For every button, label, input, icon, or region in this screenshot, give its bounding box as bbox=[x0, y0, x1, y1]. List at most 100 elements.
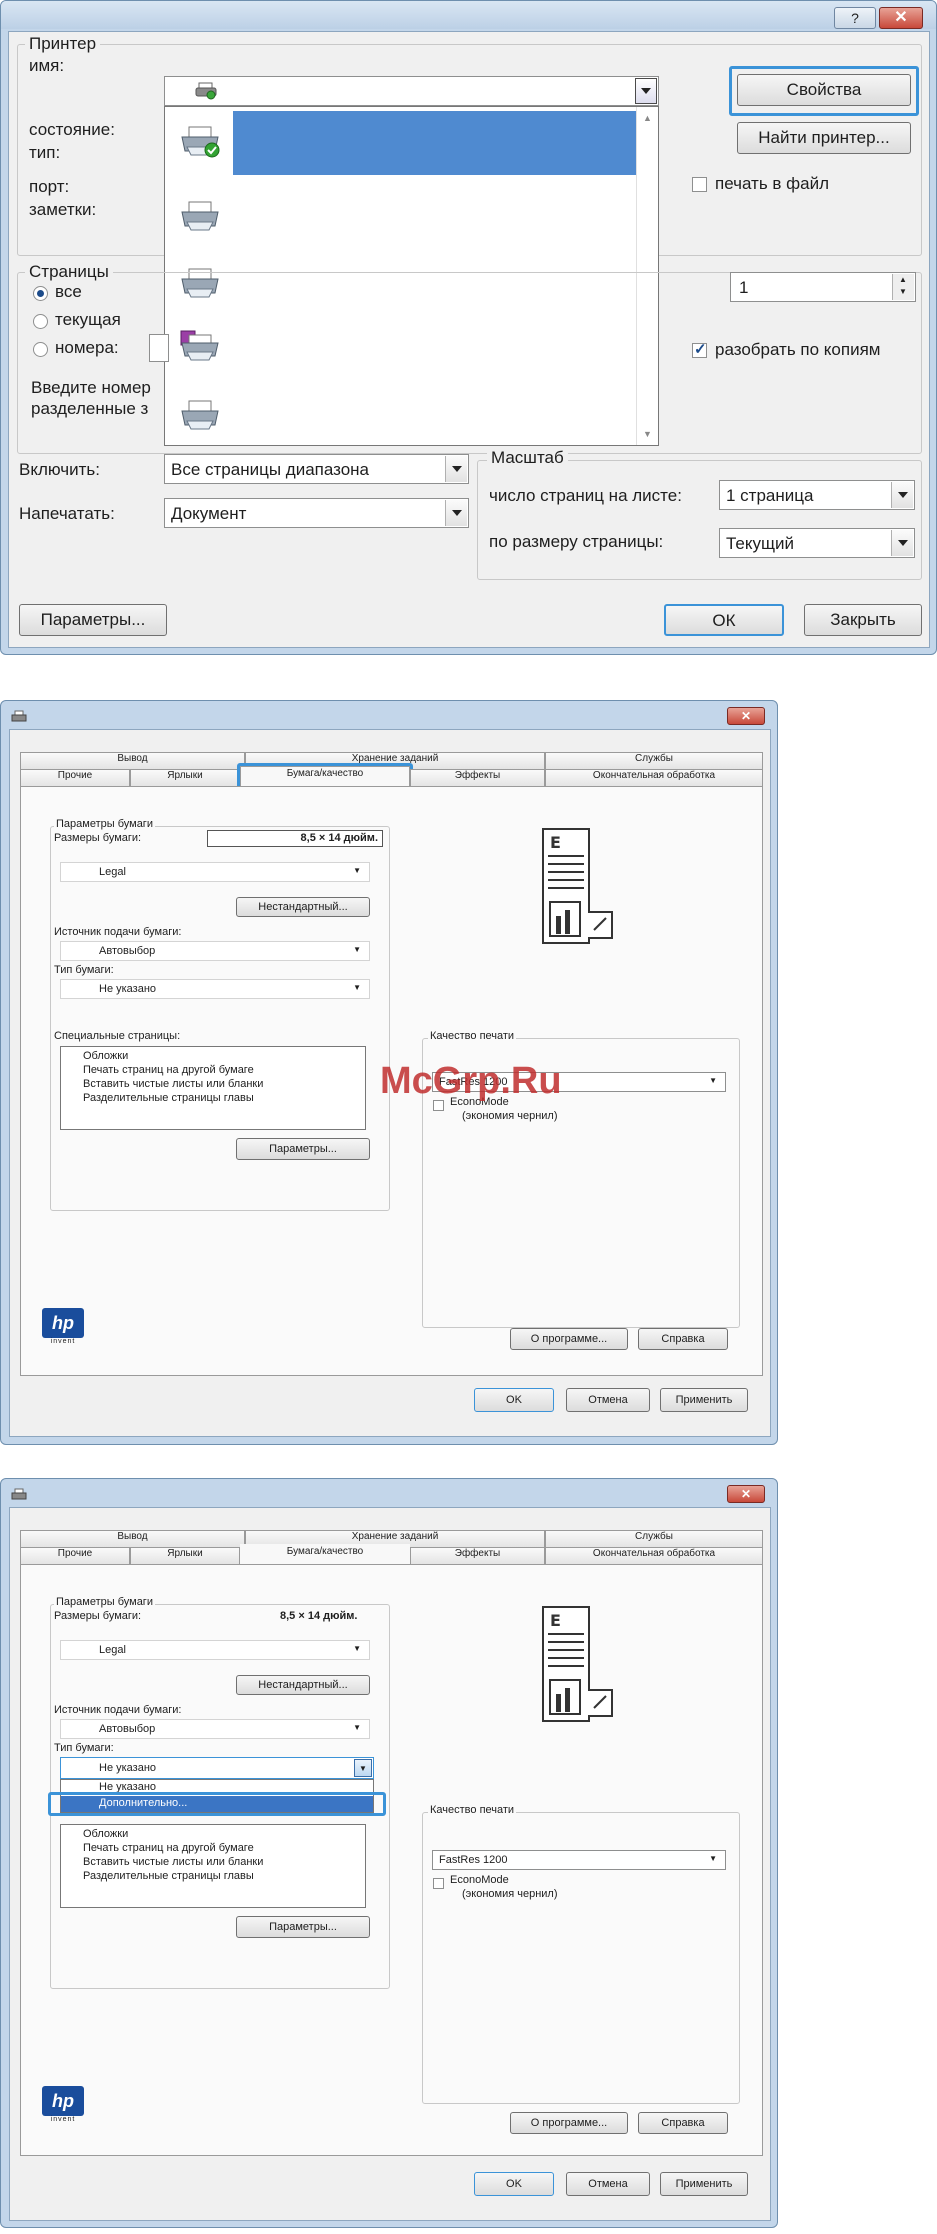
tab-shortcuts[interactable]: Ярлыки bbox=[130, 1547, 240, 1564]
tab-services[interactable]: Службы bbox=[545, 1530, 763, 1547]
list-item[interactable]: Обложки bbox=[83, 1827, 365, 1841]
ok-button[interactable]: OK bbox=[474, 2172, 554, 2196]
fit-arrow[interactable] bbox=[891, 530, 913, 556]
cancel-button[interactable]: Отмена bbox=[566, 1388, 650, 1412]
page-preview-icon: E bbox=[542, 828, 613, 944]
all-pages-label[interactable]: все bbox=[55, 282, 82, 302]
apply-button[interactable]: Применить bbox=[660, 2172, 748, 2196]
paper-size-combo[interactable]: Legal ▼ bbox=[60, 862, 370, 882]
special-pages-list[interactable]: Обложки Печать страниц на другой бумаге … bbox=[60, 1046, 366, 1130]
include-combo[interactable]: Все страницы диапазона bbox=[164, 454, 469, 484]
list-item[interactable]: Печать страниц на другой бумаге bbox=[83, 1063, 365, 1077]
all-pages-radio[interactable] bbox=[33, 286, 48, 301]
paper-size-combo[interactable]: Legal ▼ bbox=[60, 1640, 370, 1660]
hp-logo-mark: hp bbox=[42, 2086, 84, 2116]
include-combo-arrow[interactable] bbox=[445, 456, 467, 482]
close-window-button[interactable]: ✕ bbox=[879, 7, 923, 29]
page-numbers-radio[interactable] bbox=[33, 342, 48, 357]
pages-per-sheet-arrow[interactable] bbox=[891, 482, 913, 508]
chevron-down-icon[interactable]: ▼ bbox=[353, 866, 361, 875]
svg-text:E: E bbox=[550, 1611, 561, 1630]
tab-services[interactable]: Службы bbox=[545, 752, 763, 769]
list-item[interactable]: Разделительные страницы главы bbox=[83, 1091, 365, 1105]
printer-name-combo[interactable] bbox=[164, 76, 659, 106]
help-title-button[interactable]: ? bbox=[834, 7, 876, 29]
list-item[interactable]: Печать страниц на другой бумаге bbox=[83, 1841, 365, 1855]
printer-combo-arrow[interactable] bbox=[635, 78, 657, 104]
economode-line2[interactable]: (экономия чернил) bbox=[462, 1110, 558, 1122]
paper-type-dropdown-arrow[interactable]: ▼ bbox=[354, 1759, 372, 1777]
chevron-down-icon[interactable]: ▼ bbox=[353, 1644, 361, 1653]
tab-effects[interactable]: Эффекты bbox=[410, 769, 545, 786]
list-item[interactable]: Разделительные страницы главы bbox=[83, 1869, 365, 1883]
print-quality-combo[interactable]: FastRes 1200 ▼ bbox=[432, 1850, 726, 1870]
economode-checkbox[interactable] bbox=[433, 1878, 444, 1889]
economode-line2[interactable]: (экономия чернил) bbox=[462, 1888, 558, 1900]
chevron-down-icon[interactable]: ▼ bbox=[709, 1076, 717, 1085]
spin-down-icon[interactable]: ▼ bbox=[899, 287, 907, 296]
fit-combo[interactable]: Текущий bbox=[719, 528, 915, 558]
chevron-down-icon[interactable]: ▼ bbox=[353, 1723, 361, 1732]
chevron-down-icon[interactable]: ▼ bbox=[709, 1854, 717, 1863]
page-numbers-input[interactable] bbox=[149, 334, 169, 362]
list-item[interactable]: Обложки bbox=[83, 1049, 365, 1063]
print-to-file-label[interactable]: печать в файл bbox=[715, 174, 829, 194]
spin-up-icon[interactable]: ▲ bbox=[899, 275, 907, 284]
print-to-file-checkbox[interactable] bbox=[692, 177, 707, 192]
properties-button[interactable]: Свойства bbox=[737, 74, 911, 106]
chevron-down-icon[interactable]: ▼ bbox=[353, 983, 361, 992]
collate-checkbox[interactable]: ✓ bbox=[692, 341, 707, 358]
page-numbers-label[interactable]: номера: bbox=[55, 338, 119, 358]
scroll-up-icon[interactable]: ▲ bbox=[643, 113, 652, 123]
custom-size-button[interactable]: Нестандартный... bbox=[236, 897, 370, 917]
about-button[interactable]: О программе... bbox=[510, 1328, 628, 1350]
tab-effects[interactable]: Эффекты bbox=[410, 1547, 545, 1564]
current-page-radio[interactable] bbox=[33, 314, 48, 329]
close-button[interactable]: Закрыть bbox=[804, 604, 922, 636]
special-pages-list[interactable]: Обложки Печать страниц на другой бумаге … bbox=[60, 1824, 366, 1908]
special-params-button[interactable]: Параметры... bbox=[236, 1138, 370, 1160]
paper-size-label: Размеры бумаги: bbox=[54, 832, 142, 844]
apply-button[interactable]: Применить bbox=[660, 1388, 748, 1412]
tab-paper-quality[interactable]: Бумага/качество bbox=[240, 1544, 410, 1566]
copies-spin-buttons[interactable]: ▲ ▼ bbox=[892, 274, 914, 300]
help-button[interactable]: Справка bbox=[638, 2112, 728, 2134]
pages-group-label: Страницы bbox=[25, 262, 113, 282]
custom-size-button[interactable]: Нестандартный... bbox=[236, 1675, 370, 1695]
close-window-button[interactable]: ✕ bbox=[727, 707, 765, 725]
options-button[interactable]: Параметры... bbox=[19, 604, 167, 636]
ok-button[interactable]: OK bbox=[474, 1388, 554, 1412]
printer-list-item-selected[interactable] bbox=[233, 111, 636, 175]
print-what-combo[interactable]: Документ bbox=[164, 498, 469, 528]
list-item[interactable]: Вставить чистые листы или бланки bbox=[83, 1855, 365, 1869]
paper-type-combo-open[interactable]: Не указано ▼ bbox=[60, 1757, 374, 1779]
paper-source-combo[interactable]: Автовыбор ▼ bbox=[60, 1719, 370, 1739]
paper-source-combo[interactable]: Автовыбор ▼ bbox=[60, 941, 370, 961]
find-printer-button[interactable]: Найти принтер... bbox=[737, 122, 911, 154]
pages-per-sheet-combo[interactable]: 1 страница bbox=[719, 480, 915, 510]
printer-title-icon bbox=[11, 709, 27, 723]
print-what-combo-arrow[interactable] bbox=[445, 500, 467, 526]
paper-source-label: Источник подачи бумаги: bbox=[54, 926, 182, 938]
paper-type-combo[interactable]: Не указано ▼ bbox=[60, 979, 370, 999]
chevron-down-icon[interactable]: ▼ bbox=[353, 945, 361, 954]
tab-finishing[interactable]: Окончательная обработка bbox=[545, 1547, 763, 1564]
collate-label[interactable]: разобрать по копиям bbox=[715, 340, 880, 360]
close-window-button[interactable]: ✕ bbox=[727, 1485, 765, 1503]
cancel-button[interactable]: Отмена bbox=[566, 2172, 650, 2196]
tab-finishing[interactable]: Окончательная обработка bbox=[545, 769, 763, 786]
special-params-button[interactable]: Параметры... bbox=[236, 1916, 370, 1938]
radio-dot bbox=[37, 290, 44, 297]
current-page-label[interactable]: текущая bbox=[55, 310, 121, 330]
economode-line1[interactable]: EconoMode bbox=[450, 1874, 509, 1886]
about-button[interactable]: О программе... bbox=[510, 2112, 628, 2134]
list-item[interactable]: Вставить чистые листы или бланки bbox=[83, 1077, 365, 1091]
tab-shortcuts[interactable]: Ярлыки bbox=[130, 769, 240, 786]
tab-output[interactable]: Вывод bbox=[20, 752, 245, 769]
tab-other[interactable]: Прочие bbox=[20, 769, 130, 786]
tab-output[interactable]: Вывод bbox=[20, 1530, 245, 1547]
help-button[interactable]: Справка bbox=[638, 1328, 728, 1350]
copies-spinner[interactable]: 1 ▲ ▼ bbox=[730, 272, 916, 302]
tab-other[interactable]: Прочие bbox=[20, 1547, 130, 1564]
ok-button[interactable]: ОК bbox=[664, 604, 784, 636]
